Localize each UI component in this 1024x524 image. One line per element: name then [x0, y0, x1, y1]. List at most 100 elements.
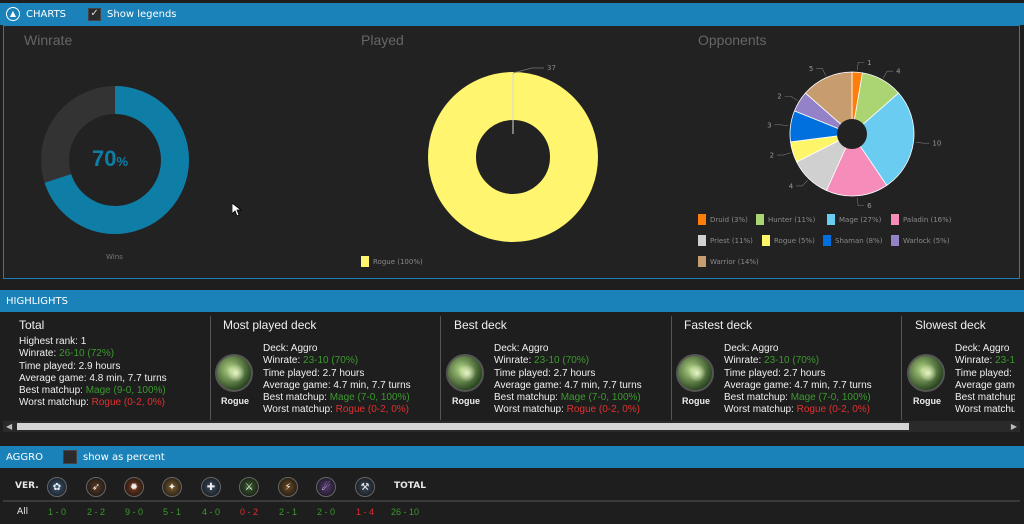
average-game-line: Average game: 4.7 min, 7.7 turns	[494, 380, 642, 392]
pie-slice-label: 10	[932, 140, 941, 148]
legend-swatch	[698, 235, 706, 246]
pie-slice-label: 4	[789, 182, 794, 190]
time-played-line: Time played: 2.7 hours	[494, 368, 642, 380]
pie-slice-label: 4	[896, 68, 901, 76]
stat-cell: 2 - 1	[279, 507, 298, 517]
aggro-header-label: AGGRO	[6, 451, 43, 463]
line-label: Deck:	[724, 343, 750, 354]
deck-class-label: Rogue	[221, 396, 249, 406]
worst-matchup-line: Worst matchup: Rogue (0-2, 0%)	[19, 397, 167, 409]
line-label: Average game:	[724, 379, 792, 391]
legend-swatch	[823, 235, 831, 246]
line-label: Average game:	[494, 379, 562, 391]
line-label: Worst matchup:	[494, 404, 564, 416]
line-value: 4.8 min, 7.7 turns	[89, 372, 167, 384]
best-matchup-line: Best matchup: Mage (7-0, 100%)	[263, 392, 411, 404]
line-value: Mage (7-0, 100%)	[790, 392, 871, 404]
winrate-percent-sign: %	[116, 154, 129, 169]
show-as-percent-label[interactable]: show as percent	[83, 452, 165, 463]
stat-cell: 2 - 0	[317, 507, 336, 517]
stat-cell: 1 - 0	[48, 507, 67, 517]
legend-label: Warlock (5%)	[903, 236, 950, 245]
worst-matchup-line: Worst matchup: Rogue (0-2, 0%)	[263, 404, 411, 416]
line-value: Aggro	[521, 343, 549, 354]
played-legend: Rogue (100%)	[361, 256, 423, 267]
charts-header-label: CHARTS	[26, 8, 67, 20]
worst-matchup-line: Worst matchup: Rogue (0-2, 0%)	[494, 404, 642, 416]
best-matchup-line: Best matchup: Mage (7-0, 100%)	[724, 392, 872, 404]
mouse-cursor-icon	[232, 203, 242, 217]
legend-hunter: Hunter (11%)	[756, 214, 815, 225]
highlight-separator	[901, 316, 902, 420]
mage-icon: ✹	[124, 477, 144, 497]
highlight-title: Total	[19, 318, 45, 332]
worst-matchup-line: Worst matchup:	[955, 404, 1015, 416]
total-header: TOTAL	[394, 481, 426, 491]
line-label: Worst matchup:	[263, 404, 333, 416]
legend-label: Hunter (11%)	[768, 215, 816, 224]
highlight-total: Total Highest rank: 1 Winrate: 26-10 (72…	[19, 318, 167, 418]
collapse-charts-icon[interactable]: ▲	[6, 7, 20, 21]
time-played-line: Time played: 2.	[955, 368, 1015, 380]
best-matchup-line: Best matchup:	[955, 392, 1015, 404]
line-value: 23-10 (70%)	[303, 355, 359, 367]
played-count-label: 37	[547, 64, 556, 72]
line-value: 4.7 min, 7.7 turns	[564, 379, 642, 391]
highlights-scrollbar[interactable]: ◀ ▶	[3, 421, 1020, 432]
played-legend-swatch	[361, 256, 369, 267]
charts-header: ▲ CHARTS ✓ Show legends	[0, 3, 1024, 25]
highlights-header: HIGHLIGHTS	[0, 290, 1024, 312]
line-label: Winrate:	[263, 355, 301, 367]
time-played-line: Time played: 2.7 hours	[724, 368, 872, 380]
line-value: Rogue (0-2, 0%)	[335, 404, 409, 416]
legend-label: Shaman (8%)	[835, 236, 883, 245]
line-label: Average game:	[955, 379, 1015, 391]
legend-druid: Druid (3%)	[698, 214, 748, 225]
time-played-line: Time played: 2.7 hours	[263, 368, 411, 380]
pie-label-line	[774, 124, 789, 127]
highlight-slowest-deck-clip: Slowest deck Rogue Deck: Aggro Winrate: …	[903, 312, 1015, 420]
show-legends-label[interactable]: Show legends	[107, 9, 177, 20]
legend-label: Paladin (16%)	[903, 215, 952, 224]
line-label: Best matchup:	[494, 392, 558, 404]
line-value: 23-10 (70%)	[995, 355, 1015, 367]
show-legends-checkbox[interactable]: ✓	[88, 7, 102, 21]
stat-cell: 0 - 2	[240, 507, 259, 517]
line-label: Deck:	[955, 343, 981, 354]
highlight-title: Fastest deck	[684, 318, 753, 332]
played-donut	[428, 67, 598, 242]
pie-label-line	[796, 179, 808, 187]
line-label: Winrate:	[494, 355, 532, 367]
line-label: Deck:	[263, 343, 289, 354]
scroll-right-icon[interactable]: ▶	[1011, 421, 1017, 432]
legend-swatch	[891, 235, 899, 246]
line-label: Average game:	[263, 379, 331, 391]
line-value: 2.7 hours	[553, 367, 596, 379]
deck-line: Deck: Aggro	[263, 343, 411, 355]
rogue-icon: ⚔	[239, 477, 259, 497]
line-value: Aggro	[751, 343, 779, 354]
line-label: Average game:	[19, 372, 87, 384]
rogue-class-icon	[215, 354, 253, 392]
scrollbar-thumb[interactable]	[17, 423, 909, 430]
line-value: Mage (7-0, 100%)	[329, 392, 410, 404]
pie-slice-label: 3	[767, 121, 771, 129]
scroll-left-icon[interactable]: ◀	[6, 421, 12, 432]
line-label: Winrate:	[955, 355, 993, 367]
line-label: Worst matchup:	[724, 404, 794, 416]
legend-label: Mage (27%)	[839, 215, 882, 224]
legend-paladin: Paladin (16%)	[891, 214, 952, 225]
stat-cell: 9 - 0	[125, 507, 144, 517]
pie-hole	[837, 119, 867, 149]
worst-matchup-line: Worst matchup: Rogue (0-2, 0%)	[724, 404, 872, 416]
winrate-label: Wins	[106, 253, 123, 261]
line-label: Best matchup:	[263, 392, 327, 404]
legend-swatch	[698, 214, 706, 225]
stat-cell: 5 - 1	[163, 507, 182, 517]
show-as-percent-checkbox[interactable]	[62, 450, 77, 464]
legend-warrior: Warrior (14%)	[698, 256, 759, 267]
line-label: Worst matchup:	[19, 397, 89, 409]
pie-slice-label: 6	[867, 202, 872, 210]
table-divider	[3, 500, 1020, 502]
line-value: 1	[80, 336, 87, 347]
